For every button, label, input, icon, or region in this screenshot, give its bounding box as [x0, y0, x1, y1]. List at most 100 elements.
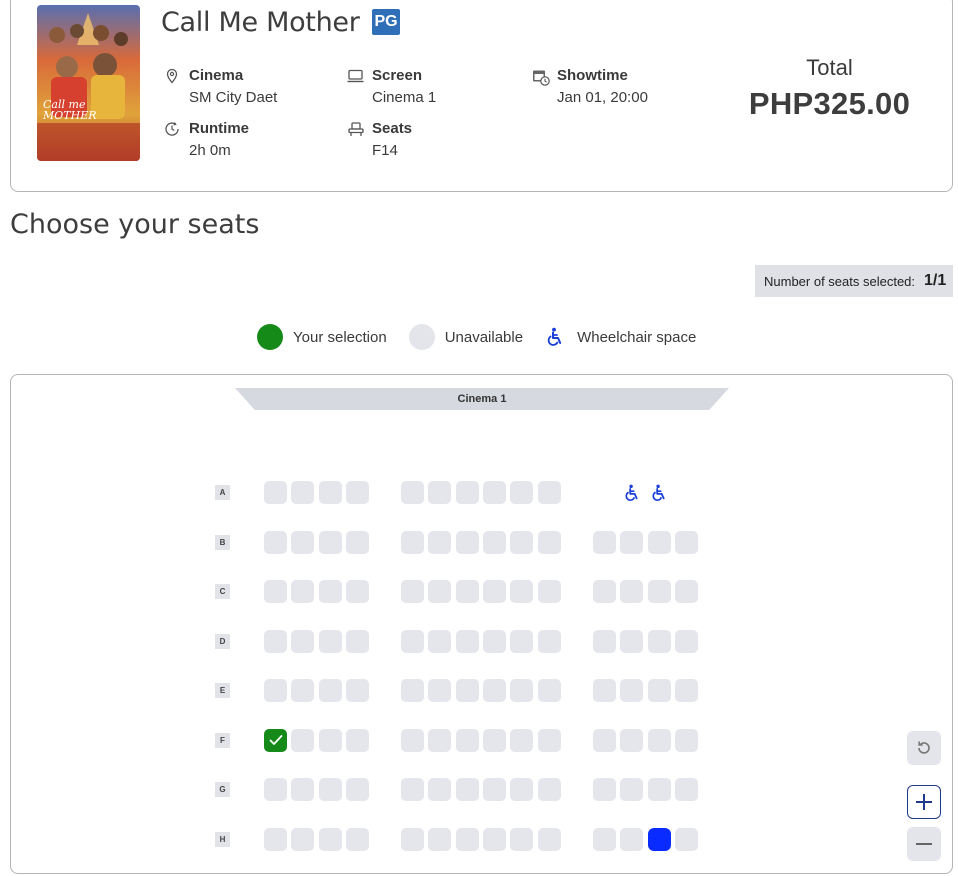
zoom-out-button[interactable]: [907, 827, 941, 861]
unavailable-swatch: [408, 324, 435, 350]
seat-d-center-5: [510, 629, 534, 653]
seat-g-center-2: [428, 778, 452, 801]
seat-c-left-2: [291, 580, 315, 603]
seat-f-left-1[interactable]: [264, 728, 287, 752]
total-price: PHP325.00: [748, 86, 911, 121]
seat-d-right-3: [647, 629, 671, 653]
seat-a-center-3: [455, 481, 479, 504]
seat-c-center-6: [537, 580, 561, 603]
seat-g-center-1: [401, 778, 424, 801]
movie-poster: Call me MOTHER: [37, 5, 140, 161]
poster-title: Call me MOTHER: [43, 98, 97, 122]
seat-e-right-4: [674, 679, 698, 702]
seat-f-center-3: [455, 728, 479, 752]
seat-a-left-1: [264, 481, 287, 504]
seat-a-center-6: [537, 481, 561, 504]
seat-e-center-3: [455, 679, 479, 702]
seat-b-left-4: [345, 530, 369, 554]
seat-e-right-3: [647, 679, 671, 702]
seat-e-center-2: [428, 679, 452, 702]
seat-b-left-1: [264, 530, 287, 554]
seat-a-center-5: [510, 481, 534, 504]
seat-g-left-4: [345, 778, 369, 801]
seats-label: Seats: [372, 120, 413, 137]
screen-value: Cinema 1: [372, 89, 437, 106]
row-label-g: G: [215, 782, 230, 797]
seat-e-left-4: [345, 679, 369, 702]
seat-g-right-3: [647, 778, 671, 801]
legend-unavailable-label: Unavailable: [444, 328, 524, 346]
seat-g-right-2: [620, 778, 644, 801]
seat-b-center-6: [537, 530, 561, 554]
reset-icon: [918, 741, 930, 754]
seat-g-center-6: [537, 778, 561, 801]
zoom-in-button[interactable]: [907, 785, 941, 819]
seat-f-right-2: [620, 728, 644, 752]
wheelchair-icon: [545, 327, 565, 347]
seat-c-center-3: [455, 580, 479, 603]
seat-g-left-1: [264, 778, 287, 801]
reset-view-button[interactable]: [907, 731, 941, 765]
seat-g-center-5: [510, 778, 534, 801]
seat-g-center-4: [482, 778, 506, 801]
seats-selected-label: Number of seats selected:: [764, 273, 916, 289]
seat-a-left-3: [318, 481, 342, 504]
showtime-label: Showtime: [557, 67, 628, 84]
seat-c-left-1: [264, 580, 287, 603]
screen-indicator: Cinema 1: [235, 388, 729, 410]
rating-badge: PG: [372, 9, 400, 35]
seat-h-right-2: [620, 827, 644, 851]
seat-f-center-1: [401, 728, 424, 752]
seat-b-center-2: [428, 530, 452, 554]
cinema-value: SM City Daet: [189, 89, 278, 106]
seats-selected-value: 1/1: [924, 272, 947, 289]
seat-a-right-3[interactable]: [648, 481, 671, 504]
seat-h-center-1: [401, 827, 424, 851]
movie-title: Call Me Mother: [161, 7, 360, 38]
seat-f-center-6: [537, 728, 561, 752]
seat-b-right-4: [674, 530, 698, 554]
seat-c-center-2: [428, 580, 452, 603]
seat-b-left-2: [291, 530, 315, 554]
seat-map[interactable]: Cinema 1 A B C D E F G H: [10, 374, 953, 874]
seat-f-right-3: [647, 728, 671, 752]
seat-f-center-2: [428, 728, 452, 752]
check-icon: [269, 735, 282, 745]
seat-g-right-1: [593, 778, 616, 801]
seat-e-right-2: [620, 679, 644, 702]
seat-h-center-2: [428, 827, 452, 851]
cinema-label: Cinema: [189, 67, 244, 84]
seat-h-right-3[interactable]: [647, 827, 671, 851]
seats-selected-counter: Number of seats selected: 1/1: [755, 265, 953, 297]
seat-a-right-2[interactable]: [620, 481, 643, 504]
row-label-b: B: [215, 534, 230, 550]
seat-d-center-4: [482, 629, 506, 653]
seat-h-center-3: [455, 827, 479, 851]
seat-b-center-1: [401, 530, 424, 554]
seat-f-center-4: [482, 728, 506, 752]
seat-g-left-2: [291, 778, 315, 801]
seat-h-left-4: [345, 827, 369, 851]
seat-e-left-2: [291, 679, 315, 702]
seat-c-center-1: [401, 580, 424, 603]
clock-icon: [164, 121, 180, 137]
seat-e-center-6: [537, 679, 561, 702]
seat-d-right-4: [674, 629, 698, 653]
plus-icon: [916, 794, 932, 810]
seat-b-right-3: [647, 530, 671, 554]
seat-a-left-2: [291, 481, 315, 504]
seat-g-right-4: [674, 778, 698, 801]
seat-h-center-6: [537, 827, 561, 851]
row-label-c: C: [215, 584, 230, 599]
seat-g-center-3: [455, 778, 479, 801]
seat-d-left-1: [264, 629, 287, 653]
seat-e-center-1: [401, 679, 424, 702]
seat-d-right-1: [593, 629, 616, 653]
seat-c-right-4: [674, 580, 698, 603]
seat-b-center-4: [482, 530, 506, 554]
screen-label: Screen: [372, 67, 423, 84]
legend-wheelchair: Wheelchair space: [545, 327, 696, 347]
runtime-value: 2h 0m: [189, 142, 231, 159]
row-label-h: H: [215, 831, 230, 847]
seat-icon: [347, 121, 364, 137]
